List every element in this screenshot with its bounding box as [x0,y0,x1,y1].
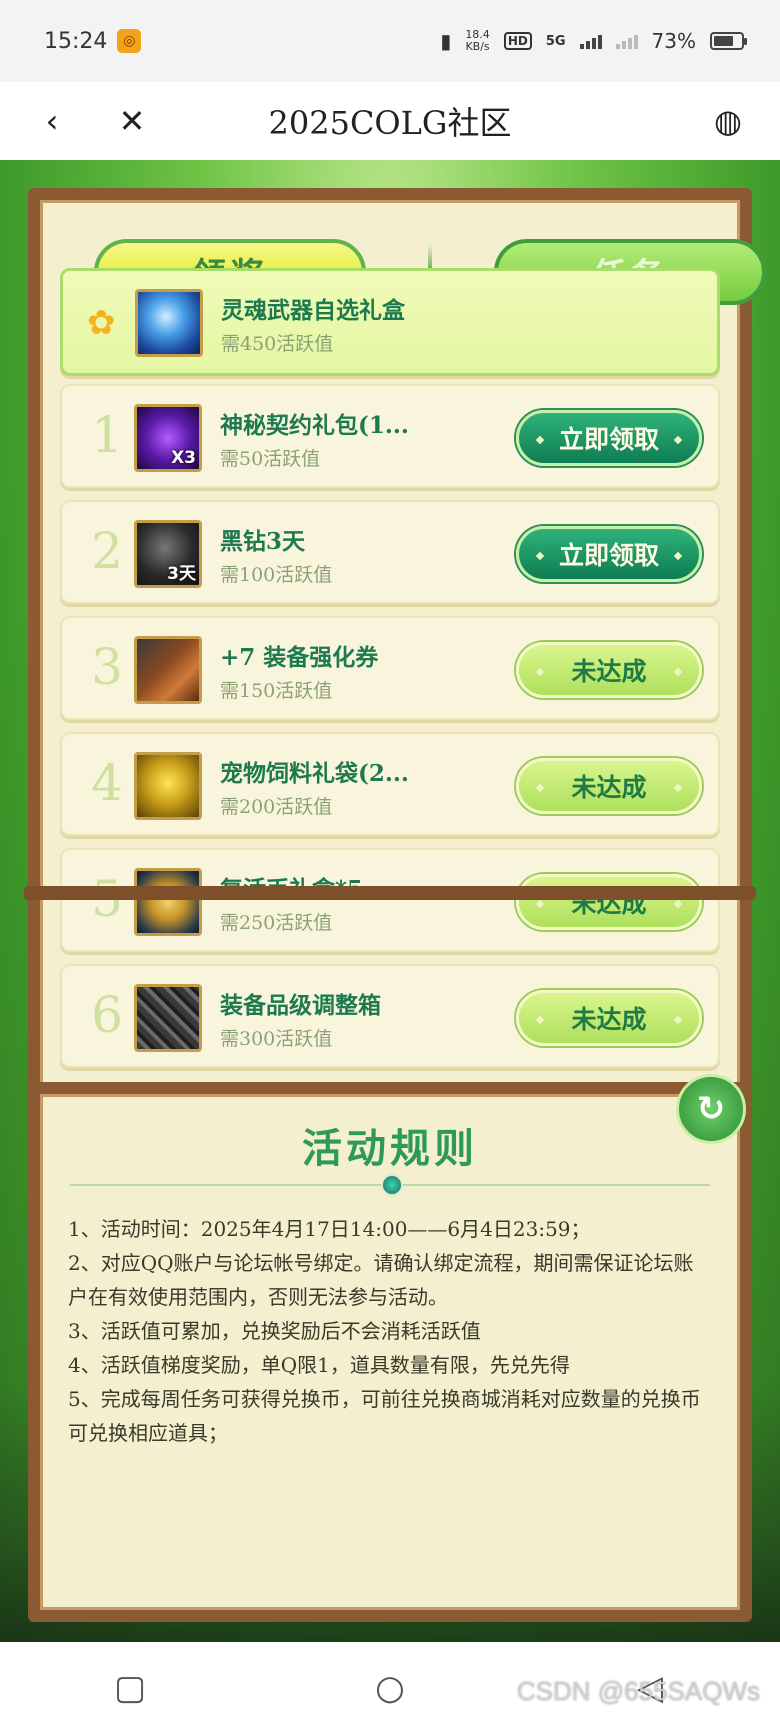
featured-reward-requirement: 需450活跃值 [221,333,334,355]
claim-button[interactable]: 立即领取 [516,410,702,466]
reward-name: 宠物饲料礼袋(2... [220,760,409,787]
reward-row-1: 1 X3 神秘契约礼包(1... 需50活跃值 立即领取 [60,384,720,488]
revive-coin-icon [134,868,202,936]
not-achieved-button[interactable]: 未达成 [516,642,702,698]
reward-requirement: 需100活跃值 [220,564,333,586]
activity-page: 领奖 任务 ✿ 灵魂武器自选礼盒 需450活跃值 1 X3 神秘契约礼包(1..… [0,160,780,1642]
reward-row-6: 6 装备品级调整箱 需300活跃值 未达成 [60,964,720,1068]
refresh-icon: ↻ [696,1089,726,1129]
signal-icon [579,33,602,49]
not-achieved-button[interactable]: 未达成 [516,990,702,1046]
reward-number: 2 [91,522,123,580]
circle-icon: ○ [375,1668,405,1708]
reward-number: 6 [91,986,123,1044]
reward-row-3: 3 +7 装备强化券 需150活跃值 未达成 [60,616,720,720]
status-left: 15:24 ◎ [44,28,142,54]
square-icon: ▢ [113,1668,147,1708]
rule-line: 1、活动时间：2025年4月17日14:00——6月4日23:59； [68,1217,591,1241]
claim-button[interactable]: 立即领取 [516,526,702,582]
nav-left: ‹ ✕ [30,99,154,143]
contract-bag-icon: X3 [134,404,202,472]
status-right: ▮ 18.4 KB/s HD 5G 73% [440,29,747,53]
rules-panel: 活动规则 1、活动时间：2025年4月17日14:00——6月4日23:59； … [28,1082,752,1622]
home-button[interactable]: ○ [360,1658,420,1718]
back-button[interactable]: ‹ [30,99,74,143]
rule-line: 4、活跃值梯度奖励，单Q限1，道具数量有限，先兑先得 [68,1353,570,1377]
reward-list[interactable]: ✿ 灵魂武器自选礼盒 需450活跃值 1 X3 神秘契约礼包(1... 需50活… [48,268,732,1188]
reward-requirement: 需300活跃值 [220,1028,333,1050]
reward-name: +7 装备强化券 [220,644,379,671]
app-notification-icon: ◎ [117,29,142,53]
reward-row-5: 5 复活币礼盒*5 需250活跃值 未达成 [60,848,720,952]
network-speed-unit: KB/s [465,40,490,53]
watermark: CSDN @655SAQWs [516,1676,760,1706]
hd-voice-icon: HD [503,32,532,50]
nav-bar: ‹ ✕ 2025COLG社区 ◍ [0,82,780,160]
battery-icon [710,32,747,50]
reward-number: 4 [91,754,123,812]
pet-food-bag-icon [134,752,202,820]
reward-number: 3 [91,638,123,696]
item-quantity: X3 [171,448,196,468]
not-achieved-label: 未达成 [571,657,647,686]
reward-requirement: 需50活跃值 [220,448,321,470]
reward-name: 黑钻3天 [220,528,306,555]
status-bar: 15:24 ◎ ▮ 18.4 KB/s HD 5G 73% [0,0,780,82]
claim-button-label: 立即领取 [558,425,659,454]
network-speed: 18.4 KB/s [465,29,490,53]
status-time: 15:24 [44,28,108,54]
battery-percent: 73% [651,29,696,53]
panel-bottom-beam [24,886,756,900]
rule-line: 3、活跃值可累加，兑换奖励后不会消耗活跃值 [68,1319,481,1343]
reward-requirement: 需150活跃值 [220,680,333,702]
rule-line: 2、对应QQ账户与论坛帐号绑定。请确认绑定流程，期间需保证论坛账户在有效使用范围… [68,1251,694,1309]
featured-reward: ✿ 灵魂武器自选礼盒 需450活跃值 [60,268,720,376]
black-diamond-icon: 3天 [134,520,202,588]
item-quantity: 3天 [167,564,196,584]
close-icon: ✕ [118,102,146,140]
chevron-left-icon: ‹ [45,102,59,140]
rules-title: 活动规则 [302,1125,478,1172]
not-achieved-label: 未达成 [571,773,647,802]
flower-icon: ✿ [87,303,116,343]
signal-2-icon [615,33,638,49]
battery-fill [714,36,733,46]
gem-icon [381,1174,403,1196]
not-achieved-label: 未达成 [571,1005,647,1034]
reward-row-4: 4 宠物饲料礼袋(2... 需200活跃值 未达成 [60,732,720,836]
rules-text: 1、活动时间：2025年4月17日14:00——6月4日23:59； 2、对应Q… [68,1212,712,1450]
grade-adjust-box-icon [134,984,202,1052]
reward-requirement: 需250活跃值 [220,912,333,934]
recents-button[interactable]: ▢ [100,1658,160,1718]
enhance-ticket-icon [134,636,202,704]
claim-button-label: 立即领取 [558,541,659,570]
globe-button[interactable]: ◍ [706,99,750,143]
reward-requirement: 需200活跃值 [220,796,333,818]
not-achieved-button[interactable]: 未达成 [516,758,702,814]
not-achieved-button[interactable]: 未达成 [516,874,702,930]
vibrate-icon: ▮ [440,29,452,53]
featured-reward-name: 灵魂武器自选礼盒 [221,297,405,324]
close-button[interactable]: ✕ [110,99,154,143]
refresh-button[interactable]: ↻ [676,1074,746,1144]
reward-row-2: 2 3天 黑钻3天 需100活跃值 立即领取 [60,500,720,604]
soul-weapon-box-icon [135,289,203,357]
reward-name: 装备品级调整箱 [220,992,381,1019]
rule-line: 5、完成每周任务可获得兑换币，可前往兑换商城消耗对应数量的兑换币可兑换相应道具； [68,1387,701,1445]
reward-number: 1 [91,406,123,464]
reward-name: 神秘契约礼包(1... [220,412,409,439]
network-type: 5G [545,33,566,49]
globe-icon: ◍ [714,102,742,140]
